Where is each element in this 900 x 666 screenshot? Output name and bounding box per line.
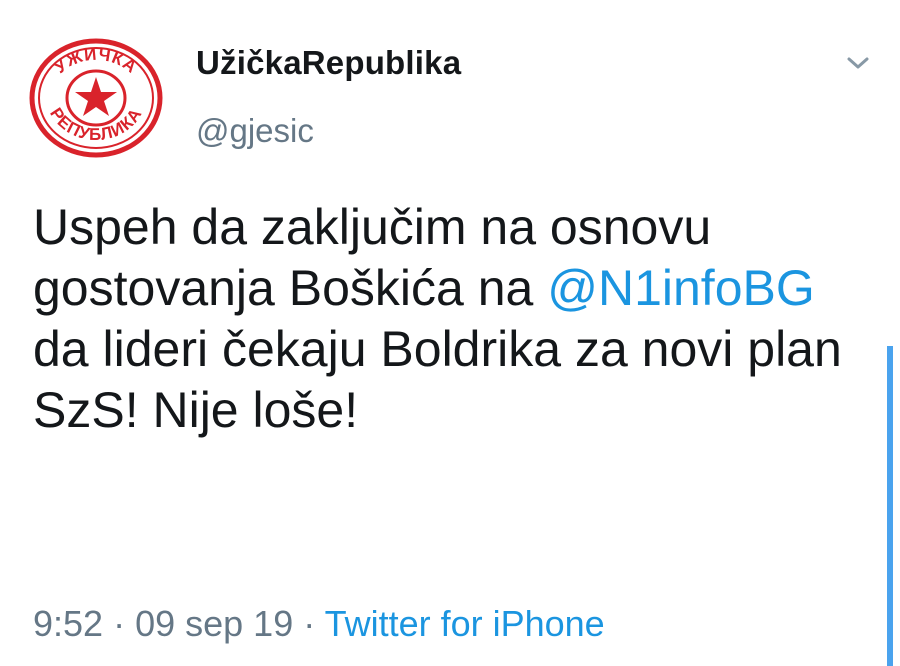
mention-link[interactable]: @N1infoBG xyxy=(547,260,815,316)
chevron-down-icon[interactable] xyxy=(845,54,871,72)
meta-separator: · xyxy=(103,603,136,644)
tweet-date[interactable]: 09 sep 19 xyxy=(135,603,293,644)
scroll-indicator[interactable] xyxy=(887,346,893,666)
tweet-time[interactable]: 9:52 xyxy=(33,603,103,644)
tweet-meta: 9:52 · 09 sep 19 · Twitter for iPhone xyxy=(33,603,605,645)
tweet-source-link[interactable]: Twitter for iPhone xyxy=(325,603,605,644)
seal-logo-icon: УЖИЧКА РЕПУБЛИКА xyxy=(29,38,163,158)
meta-separator: · xyxy=(293,603,325,644)
tweet-text-part: da lideri čekaju Boldrika za novi plan S… xyxy=(33,321,842,438)
display-name[interactable]: UžičkaRepublika xyxy=(196,44,461,82)
user-handle[interactable]: @gjesic xyxy=(196,112,314,150)
tweet-text: Uspeh da zaključim na osnovu gostovanja … xyxy=(33,197,853,441)
avatar[interactable]: УЖИЧКА РЕПУБЛИКА xyxy=(28,37,164,159)
